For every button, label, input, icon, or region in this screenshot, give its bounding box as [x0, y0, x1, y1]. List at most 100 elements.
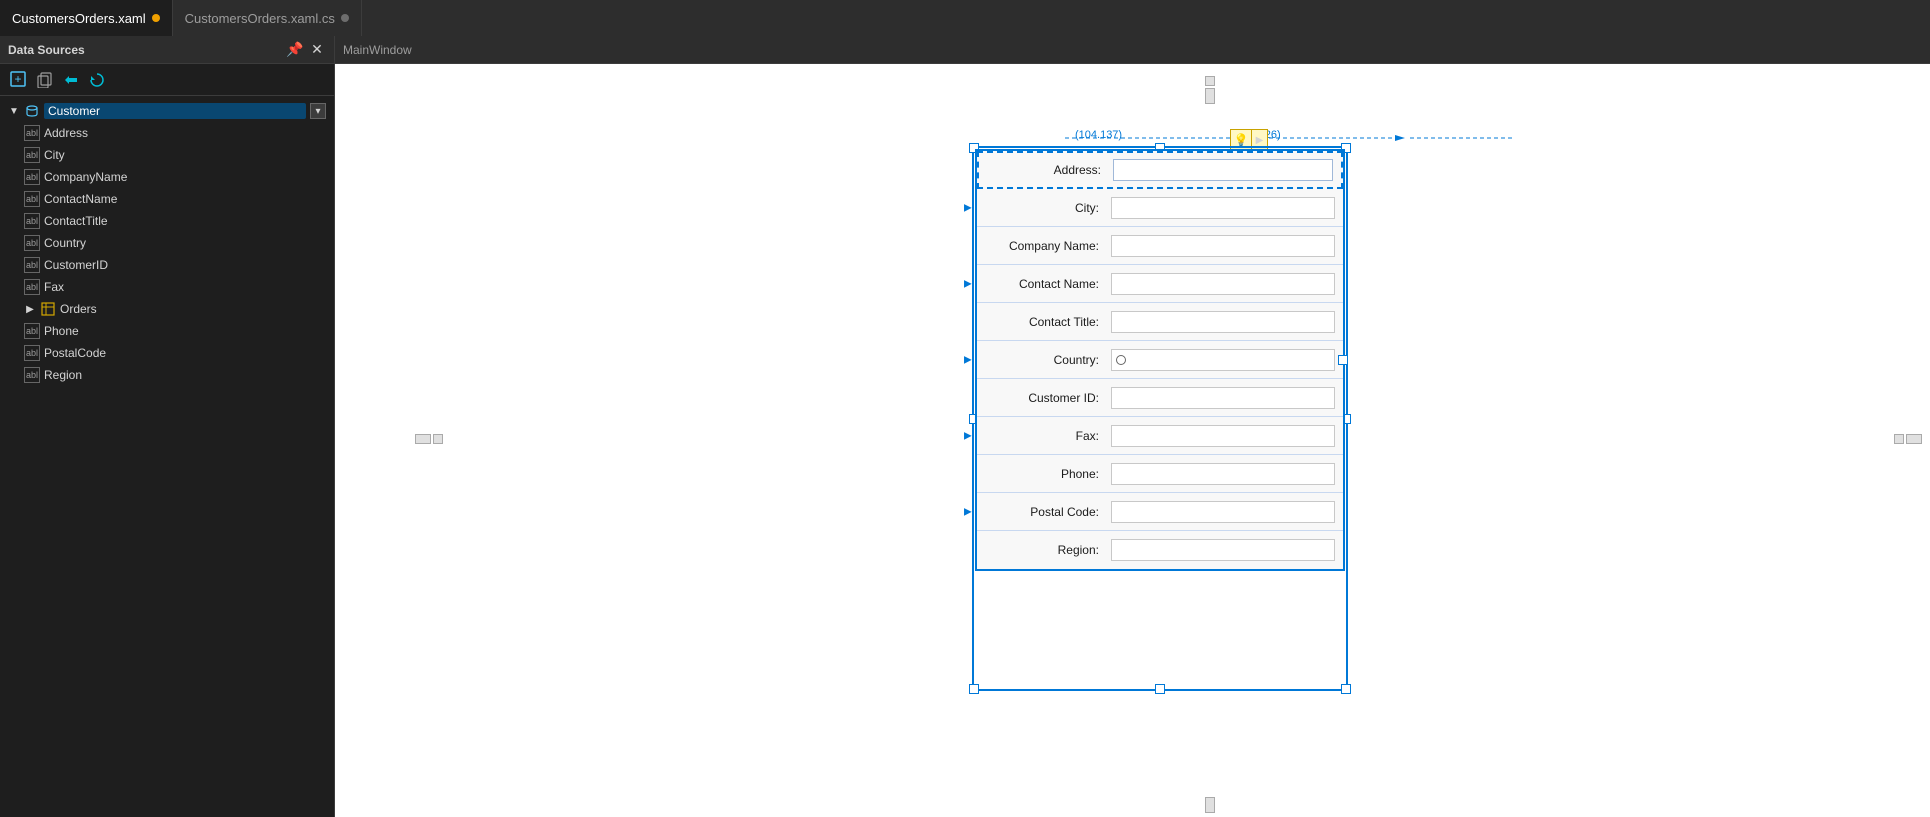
form-input-fax[interactable] — [1111, 425, 1335, 447]
form-input-contacttitle[interactable] — [1111, 311, 1335, 333]
form-input-country[interactable] — [1111, 349, 1335, 371]
smart-tag-expand-icon: ▶ — [1256, 135, 1264, 146]
form-input-postalcode[interactable] — [1111, 501, 1335, 523]
close-icon[interactable]: ✕ — [308, 41, 326, 59]
tree-node-country[interactable]: abl Country — [0, 232, 334, 254]
fax-label: Fax — [44, 280, 326, 294]
panel-header: Data Sources 📌 ✕ — [0, 36, 334, 64]
city-field-icon: abl — [24, 147, 40, 163]
copy-datasource-button[interactable] — [34, 69, 56, 91]
postalcode-label: PostalCode — [44, 346, 326, 360]
expand-customer-icon: ▼ — [8, 105, 20, 117]
add-datasource-button[interactable]: + — [8, 69, 30, 91]
tab-cs-label: CustomersOrders.xaml.cs — [185, 11, 335, 26]
contacttitle-label: ContactTitle — [44, 214, 326, 228]
tab-xaml[interactable]: CustomersOrders.xaml — [0, 0, 173, 36]
phone-field-icon: abl — [24, 323, 40, 339]
form-input-companyname[interactable] — [1111, 235, 1335, 257]
form-input-customerid[interactable] — [1111, 387, 1335, 409]
form-container: Address: ▶ City: Company Name: ▶ — [975, 149, 1345, 571]
smart-tag[interactable]: 💡 — [1230, 129, 1252, 151]
orders-label: Orders — [60, 302, 326, 316]
contactname-label: ContactName — [44, 192, 326, 206]
country-circle-indicator — [1116, 355, 1126, 365]
form-row-contactname: ▶ Contact Name: — [977, 265, 1343, 303]
form-input-contactname[interactable] — [1111, 273, 1335, 295]
datasources-tree: ▼ Customer ▾ abl Address abl City — [0, 96, 334, 817]
form-row-country: ▶ Country: — [977, 341, 1343, 379]
tree-node-city[interactable]: abl City — [0, 144, 334, 166]
handle-bm[interactable] — [1155, 684, 1165, 694]
tree-node-fax[interactable]: abl Fax — [0, 276, 334, 298]
tree-node-companyname[interactable]: abl CompanyName — [0, 166, 334, 188]
tab-bar: CustomersOrders.xaml CustomersOrders.xam… — [0, 0, 1930, 36]
refresh-datasource-button[interactable] — [86, 69, 108, 91]
form-label-region: Region: — [977, 543, 1107, 557]
scroll-handle-left[interactable] — [415, 434, 443, 444]
configure-datasource-button[interactable] — [60, 69, 82, 91]
customer-label: Customer — [44, 103, 306, 119]
svg-text:+: + — [14, 72, 21, 86]
postalcode-field-icon: abl — [24, 345, 40, 361]
tree-node-contactname[interactable]: abl ContactName — [0, 188, 334, 210]
form-input-phone[interactable] — [1111, 463, 1335, 485]
tree-node-contacttitle[interactable]: abl ContactTitle — [0, 210, 334, 232]
form-label-contactname: Contact Name: — [977, 277, 1107, 291]
form-row-customerid: Customer ID: — [977, 379, 1343, 417]
form-input-city[interactable] — [1111, 197, 1335, 219]
customerid-label: CustomerID — [44, 258, 326, 272]
customer-db-icon — [24, 103, 40, 119]
form-label-city: City: — [977, 201, 1107, 215]
region-field-icon: abl — [24, 367, 40, 383]
tree-node-postalcode[interactable]: abl PostalCode — [0, 342, 334, 364]
form-row-postalcode: ▶ Postal Code: — [977, 493, 1343, 531]
nav-arrow-country: ▶ — [964, 354, 972, 365]
phone-label: Phone — [44, 324, 326, 338]
nav-arrow-contactname: ▶ — [964, 278, 972, 289]
handle-bl[interactable] — [969, 684, 979, 694]
companyname-field-icon: abl — [24, 169, 40, 185]
region-label: Region — [44, 368, 326, 382]
pin-icon[interactable]: 📌 — [286, 41, 304, 59]
tree-node-orders[interactable]: ▶ Orders — [0, 298, 334, 320]
customerid-field-icon: abl — [24, 257, 40, 273]
right-panel: MainWindow (104.137) — [335, 36, 1930, 817]
tree-node-customerid[interactable]: abl CustomerID — [0, 254, 334, 276]
main-content: Data Sources 📌 ✕ + — [0, 36, 1930, 817]
form-row-city: ▶ City: — [977, 189, 1343, 227]
nav-arrow-postalcode: ▶ — [964, 506, 972, 517]
form-input-region[interactable] — [1111, 539, 1335, 561]
form-label-phone: Phone: — [977, 467, 1107, 481]
form-input-address[interactable] — [1113, 159, 1333, 181]
designer-canvas[interactable]: (104.137) (126) 💡 ▶ — [335, 64, 1930, 817]
address-field-icon: abl — [24, 125, 40, 141]
smart-tag-arrow[interactable]: ▶ — [1252, 129, 1268, 151]
scroll-handle-right[interactable] — [1894, 434, 1922, 444]
panel-header-icons: 📌 ✕ — [286, 41, 326, 59]
form-row-region: Region: — [977, 531, 1343, 569]
scroll-handle-bottom[interactable] — [1205, 797, 1215, 813]
left-panel: Data Sources 📌 ✕ + — [0, 36, 335, 817]
tree-node-phone[interactable]: abl Phone — [0, 320, 334, 342]
tab-cs-dot — [341, 14, 349, 22]
tab-xaml-dot — [152, 14, 160, 22]
scroll-handle-top[interactable] — [1205, 76, 1215, 104]
form-label-address: Address: — [979, 163, 1109, 177]
designer-header: MainWindow — [335, 36, 1930, 64]
nav-arrow-fax: ▶ — [964, 430, 972, 441]
form-row-address: Address: — [977, 151, 1343, 189]
tree-node-customer[interactable]: ▼ Customer ▾ — [0, 100, 334, 122]
country-field-icon: abl — [24, 235, 40, 251]
address-label: Address — [44, 126, 326, 140]
customer-dropdown-icon[interactable]: ▾ — [310, 103, 326, 119]
tree-node-address[interactable]: abl Address — [0, 122, 334, 144]
handle-br[interactable] — [1341, 684, 1351, 694]
tree-node-region[interactable]: abl Region — [0, 364, 334, 386]
panel-title: Data Sources — [8, 43, 85, 57]
form-row-companyname: Company Name: — [977, 227, 1343, 265]
form-label-fax: Fax: — [977, 429, 1107, 443]
tab-cs[interactable]: CustomersOrders.xaml.cs — [173, 0, 362, 36]
country-row-handle-right[interactable] — [1338, 355, 1348, 365]
form-label-contacttitle: Contact Title: — [977, 315, 1107, 329]
fax-field-icon: abl — [24, 279, 40, 295]
